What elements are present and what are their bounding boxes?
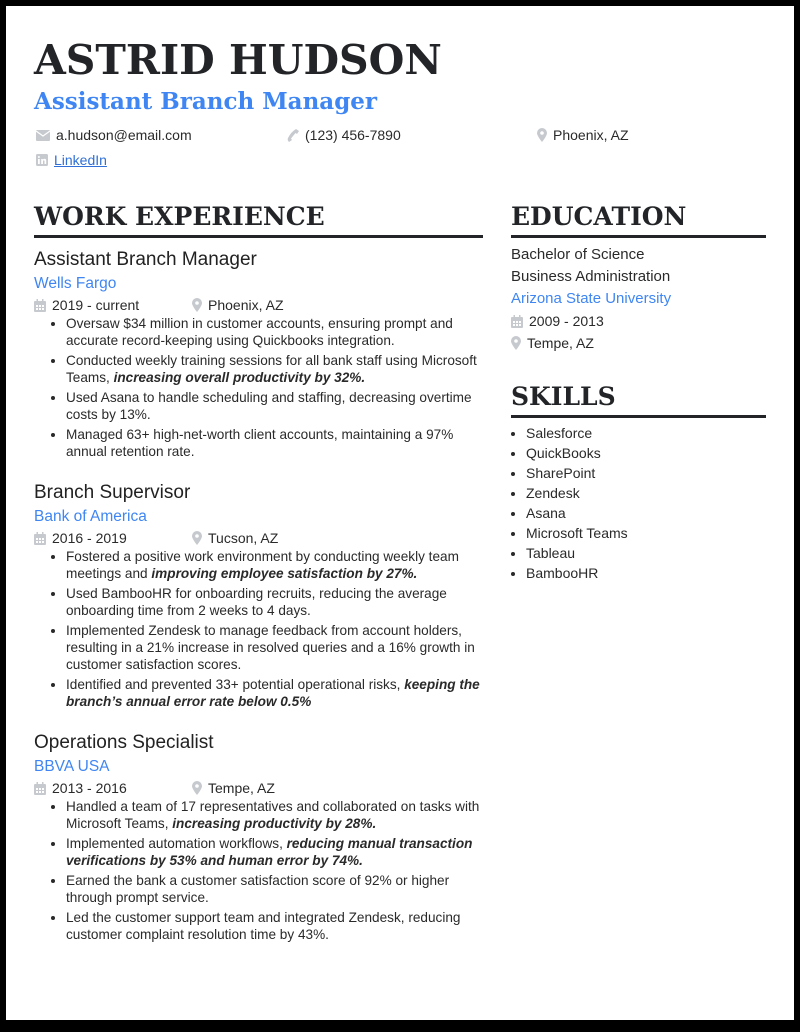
job-location-text: Tucson, AZ	[208, 530, 279, 547]
resume-page: ASTRID HUDSON Assistant Branch Manager a…	[6, 6, 794, 1020]
phone-icon	[287, 128, 299, 142]
envelope-icon	[36, 129, 50, 141]
bullet-text: Managed 63+ high-net-worth client accoun…	[66, 427, 454, 460]
education-location-text: Tempe, AZ	[527, 335, 594, 351]
contact-email: a.hudson@email.com	[36, 128, 192, 142]
bullet-text: Used BambooHR for onboarding recruits, r…	[66, 586, 447, 619]
job-dates-text: 2016 - 2019	[52, 530, 127, 547]
map-pin-icon	[192, 531, 202, 546]
job-dates: 2016 - 2019	[34, 529, 192, 547]
job-bullets: Oversaw $34 million in customer accounts…	[34, 315, 483, 460]
calendar-icon	[34, 298, 46, 312]
skill-item: Zendesk	[526, 483, 766, 503]
section-heading-work: WORK EXPERIENCE	[34, 204, 483, 238]
calendar-icon	[34, 531, 46, 545]
job-entry: Branch Supervisor Bank of America 2016 -…	[34, 482, 483, 710]
job-title: Operations Specialist	[34, 732, 214, 754]
contact-location: Phoenix, AZ	[537, 128, 629, 142]
job-location-text: Phoenix, AZ	[208, 296, 284, 313]
bullet-highlight: increasing productivity by 28%.	[172, 816, 377, 832]
map-pin-icon	[511, 336, 521, 350]
bullet-text: Implemented automation workflows,	[66, 836, 287, 852]
bullet-item: Fostered a positive work environment by …	[66, 548, 483, 582]
job-dates-text: 2013 - 2016	[52, 780, 127, 797]
skills-section: SKILLS SalesforceQuickBooksSharePointZen…	[511, 384, 766, 583]
bullet-text: Implemented Zendesk to manage feedback f…	[66, 623, 475, 673]
education-location: Tempe, AZ	[511, 332, 766, 354]
map-pin-icon	[192, 781, 202, 796]
education-dates-text: 2009 - 2013	[529, 313, 604, 329]
bullet-item: Led the customer support team and integr…	[66, 909, 483, 943]
location-text: Phoenix, AZ	[553, 127, 629, 143]
education-section: EDUCATION Bachelor of Science Business A…	[511, 204, 766, 354]
field-of-study: Business Administration	[511, 268, 671, 285]
job-bullets: Handled a team of 17 representatives and…	[34, 798, 483, 943]
bullet-item: Used Asana to handle scheduling and staf…	[66, 389, 483, 423]
contact-linkedin: LinkedIn	[36, 153, 107, 167]
skill-item: QuickBooks	[526, 443, 766, 463]
skill-item: Salesforce	[526, 423, 766, 443]
job-meta: 2019 - current Phoenix, AZ	[34, 296, 483, 314]
bullet-text: Oversaw $34 million in customer accounts…	[66, 316, 453, 349]
section-heading-education: EDUCATION	[511, 204, 766, 238]
skill-item: Microsoft Teams	[526, 523, 766, 543]
bullet-item: Managed 63+ high-net-worth client accoun…	[66, 426, 483, 460]
map-pin-icon	[192, 298, 202, 313]
calendar-icon	[511, 314, 523, 328]
bullet-item: Conducted weekly training sessions for a…	[66, 352, 483, 386]
job-location-text: Tempe, AZ	[208, 780, 275, 797]
calendar-icon	[34, 781, 46, 795]
job-location: Phoenix, AZ	[192, 296, 284, 314]
job-title: Branch Supervisor	[34, 482, 191, 504]
job-bullets: Fostered a positive work environment by …	[34, 548, 483, 710]
skills-list: SalesforceQuickBooksSharePointZendeskAsa…	[511, 423, 766, 583]
bullet-text: Identified and prevented 33+ potential o…	[66, 677, 405, 693]
job-meta: 2016 - 2019 Tucson, AZ	[34, 529, 483, 547]
job-meta: 2013 - 2016 Tempe, AZ	[34, 779, 483, 797]
bullet-item: Oversaw $34 million in customer accounts…	[66, 315, 483, 349]
skill-item: Asana	[526, 503, 766, 523]
company-name: Bank of America	[34, 507, 147, 525]
email-text[interactable]: a.hudson@email.com	[56, 128, 192, 142]
bullet-item: Used BambooHR for onboarding recruits, r…	[66, 585, 483, 619]
skill-item: Tableau	[526, 543, 766, 563]
bullet-text: Used Asana to handle scheduling and staf…	[66, 390, 472, 423]
job-dates-text: 2019 - current	[52, 296, 140, 313]
job-entry: Operations Specialist BBVA USA 2013 - 20…	[34, 732, 483, 943]
linkedin-link[interactable]: LinkedIn	[54, 153, 107, 167]
job-location: Tempe, AZ	[192, 779, 275, 797]
job-entry: Assistant Branch Manager Wells Fargo 201…	[34, 249, 483, 460]
degree: Bachelor of Science	[511, 246, 645, 263]
contact-phone: (123) 456-7890	[287, 128, 401, 142]
bullet-item: Implemented Zendesk to manage feedback f…	[66, 622, 483, 673]
section-heading-skills: SKILLS	[511, 384, 766, 418]
bullet-highlight: increasing overall productivity by 32%.	[113, 370, 366, 386]
work-experience-section: WORK EXPERIENCE Assistant Branch Manager…	[34, 204, 483, 946]
job-list: Assistant Branch Manager Wells Fargo 201…	[34, 249, 483, 943]
map-pin-icon	[537, 128, 547, 142]
bullet-item: Implemented automation workflows, reduci…	[66, 835, 483, 869]
company-name: BBVA USA	[34, 758, 110, 776]
bullet-text: Earned the bank a customer satisfaction …	[66, 873, 450, 906]
linkedin-icon	[36, 154, 48, 166]
job-location: Tucson, AZ	[192, 529, 278, 547]
skill-item: BambooHR	[526, 563, 766, 583]
company-name: Wells Fargo	[34, 274, 117, 292]
skill-item: SharePoint	[526, 463, 766, 483]
bullet-item: Earned the bank a customer satisfaction …	[66, 872, 483, 906]
job-title: Assistant Branch Manager	[34, 249, 257, 270]
bullet-item: Handled a team of 17 representatives and…	[66, 798, 483, 832]
school-name: Arizona State University	[511, 290, 672, 307]
candidate-name: ASTRID HUDSON	[34, 36, 442, 84]
sidebar-column: EDUCATION Bachelor of Science Business A…	[511, 204, 766, 583]
phone-text: (123) 456-7890	[305, 127, 401, 143]
candidate-title: Assistant Branch Manager	[34, 88, 378, 115]
job-dates: 2013 - 2016	[34, 779, 192, 797]
bullet-text: Led the customer support team and integr…	[66, 910, 461, 943]
bullet-highlight: improving employee satisfaction by 27%.	[151, 566, 418, 582]
job-dates: 2019 - current	[34, 296, 192, 314]
bullet-item: Identified and prevented 33+ potential o…	[66, 676, 483, 710]
education-dates: 2009 - 2013	[511, 310, 766, 332]
